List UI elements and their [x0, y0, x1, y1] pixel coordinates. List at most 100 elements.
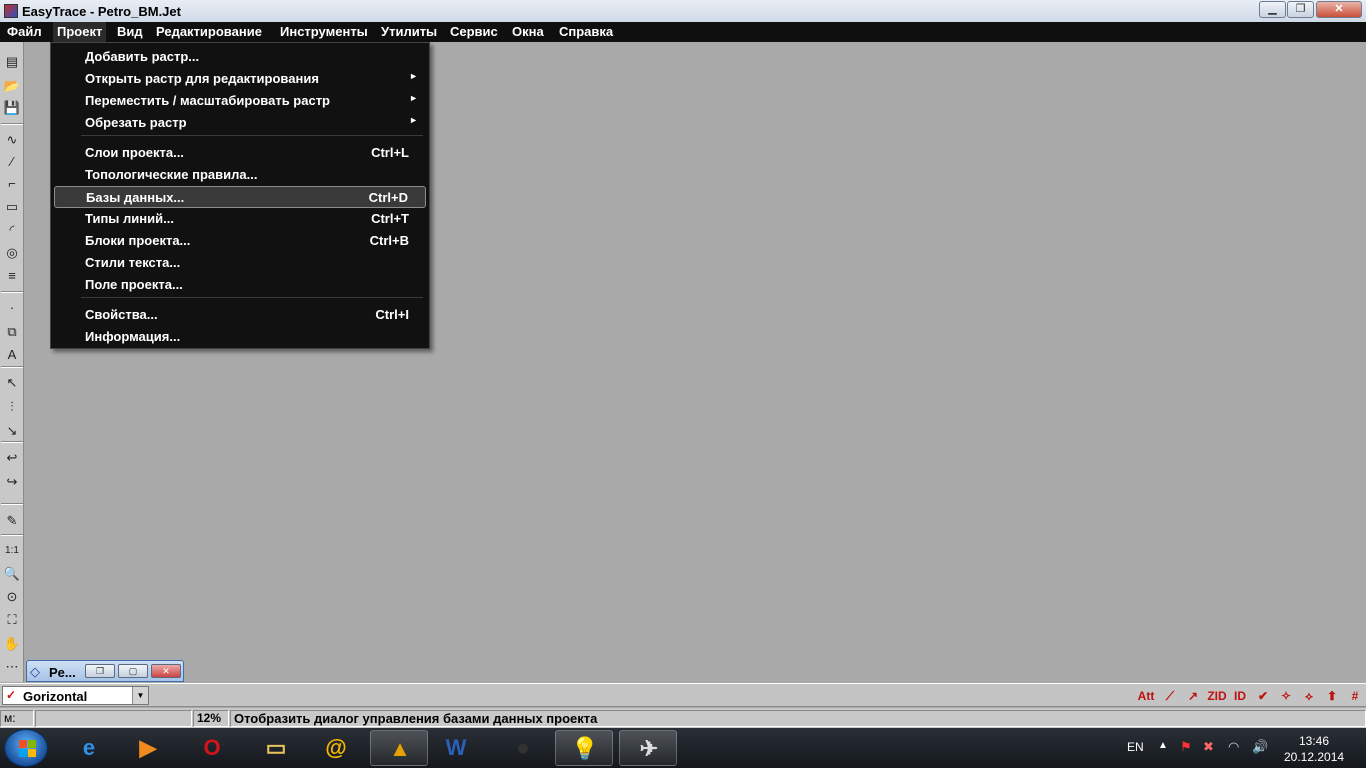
hatch-icon[interactable]: ≡ [2, 266, 22, 286]
minimize-button[interactable]: ▁ [1259, 1, 1286, 18]
polyline-icon[interactable]: ⁄ [2, 152, 22, 172]
rectangle-icon[interactable]: ▭ [2, 197, 22, 217]
attribute-icon[interactable]: Att [1136, 687, 1156, 705]
toolbar-separator [1, 366, 23, 368]
menu-utilities[interactable]: Утилиты [377, 22, 441, 42]
undo-arrow-icon[interactable]: ↩ [2, 448, 22, 468]
project-menu-item[interactable]: Базы данных... Ctrl+D [54, 186, 426, 208]
block-icon[interactable]: ⧉ [2, 322, 22, 342]
open-icon[interactable]: 📂 [2, 76, 22, 96]
menu-item-shortcut: Ctrl+I [375, 307, 409, 322]
z-id-icon[interactable]: ZID [1207, 687, 1227, 705]
media-player-icon: ▶ [139, 735, 157, 760]
pencil-icon[interactable]: ✎ [2, 511, 22, 531]
clock[interactable]: 13:46 20.12.2014 [1284, 733, 1344, 765]
taskbar-app[interactable]: e [60, 730, 118, 766]
taskbar-app[interactable]: ▲ [370, 730, 428, 766]
project-menu-item[interactable]: Топологические правила... [54, 164, 426, 186]
point-icon[interactable]: · [2, 298, 22, 318]
start-button[interactable] [4, 729, 48, 767]
show-hidden-icons-button[interactable]: ▲ [1158, 740, 1168, 768]
check-icon[interactable]: ✔ [1253, 687, 1273, 705]
select-node-icon[interactable]: ↘ [2, 421, 22, 441]
ie-icon: e [82, 735, 96, 760]
layer-select[interactable]: ✓ Gorizontal ▼ [2, 686, 149, 705]
menu-item-label: Слои проекта... [85, 145, 184, 160]
text-icon[interactable]: A [2, 345, 22, 365]
restore-button[interactable]: ❐ [85, 664, 115, 678]
select-icon[interactable]: ↖ [2, 373, 22, 393]
pan-hand-icon[interactable]: ✋ [2, 634, 22, 654]
menu-item-label: Добавить растр... [85, 49, 200, 64]
taskbar-app[interactable]: ▶ [119, 730, 177, 766]
close-button[interactable]: ✕ [1316, 1, 1362, 18]
project-menu-item[interactable]: Открыть растр для редактирования ► [54, 68, 426, 90]
new-icon[interactable]: ▤ [2, 52, 22, 72]
project-menu-item[interactable]: Информация... [54, 326, 426, 348]
chevron-down-icon[interactable]: ▼ [132, 687, 148, 704]
layer-toolbar: ✓ Gorizontal ▼ Att ⟋ ↗ ZID ID ✔ ✧ ⟡ ⬆ # [0, 683, 1366, 707]
project-menu-item[interactable]: Типы линий... Ctrl+T [54, 208, 426, 230]
action-center-icon[interactable]: ⚑ [1180, 739, 1192, 768]
taskbar-app[interactable]: O [183, 730, 241, 766]
step-line-icon[interactable]: ⌐ [2, 174, 22, 194]
taskbar-app[interactable]: ▭ [247, 730, 305, 766]
project-menu-item[interactable]: Переместить / масштабировать растр ► [54, 90, 426, 112]
minimized-document-window[interactable]: ◇ Pe... ❐ ▢ ✕ [26, 660, 184, 682]
close-doc-button[interactable]: ✕ [151, 664, 181, 678]
taskbar-app[interactable]: ✈ [619, 730, 677, 766]
zoom-extents-icon[interactable]: ⛶ [2, 610, 22, 630]
maximize-doc-button[interactable]: ▢ [118, 664, 148, 678]
left-toolbar: ▤ 📂 💾 ∿ ⁄ ⌐ ▭ ◜ ◎ ≡ · ⧉ A ↖ ⫶ ↘ ↩ ↪ ✎ 1:1 🔍 ⊙ ⛶ ✋ ⋯ [0, 42, 24, 682]
arrow-tool-icon[interactable]: ↗ [1183, 687, 1203, 705]
project-menu-item[interactable]: Блоки проекта... Ctrl+B [54, 230, 426, 252]
project-menu-item[interactable]: Стили текста... [54, 252, 426, 274]
id-icon[interactable]: ID [1230, 687, 1250, 705]
document-icon: ◇ [30, 664, 40, 679]
measure-icon[interactable]: ⋯ [2, 657, 22, 677]
volume-icon[interactable]: 🔊 [1252, 739, 1268, 768]
toolbar-separator [1, 503, 23, 505]
project-menu-item[interactable]: Поле проекта... [54, 274, 426, 296]
zoom-icon[interactable]: 🔍 [2, 564, 22, 584]
project-menu-item[interactable]: Обрезать растр ► [54, 112, 426, 134]
menu-item-label: Блоки проекта... [85, 233, 191, 248]
menu-project[interactable]: Проект [53, 22, 107, 42]
taskbar-app[interactable]: ● [494, 730, 552, 766]
project-menu-item[interactable]: Слои проекта... Ctrl+L [54, 142, 426, 164]
node-icon[interactable]: ⟡ [1299, 687, 1319, 705]
save-icon[interactable]: 💾 [2, 98, 22, 118]
maximize-button[interactable]: ❐ [1287, 1, 1314, 18]
paper-plane-icon: ✈ [639, 736, 659, 761]
antivirus-icon[interactable]: ✖ [1203, 739, 1214, 768]
menu-bar: Файл Проект Вид Редактирование Инструмен… [0, 22, 1366, 42]
snap-icon[interactable]: ✧ [1276, 687, 1296, 705]
line-tool-icon[interactable]: ⟋ [1160, 687, 1180, 705]
menu-tools[interactable]: Инструменты [276, 22, 372, 42]
arc-icon[interactable]: ◜ [2, 220, 22, 240]
menu-view[interactable]: Вид [113, 22, 147, 42]
wifi-icon[interactable]: ◠ [1228, 739, 1239, 768]
zoom-area-icon[interactable]: ⊙ [2, 587, 22, 607]
project-menu-item[interactable]: Свойства... Ctrl+I [54, 304, 426, 326]
mail-icon: @ [325, 735, 347, 760]
taskbar-app[interactable]: 💡 [555, 730, 613, 766]
taskbar-app[interactable]: @ [307, 730, 365, 766]
menu-help[interactable]: Справка [555, 22, 617, 42]
circle-icon[interactable]: ◎ [2, 243, 22, 263]
grid-icon[interactable]: # [1345, 687, 1365, 705]
menu-edit[interactable]: Редактирование [152, 22, 266, 42]
menu-file[interactable]: Файл [3, 22, 46, 42]
curve-icon[interactable]: ∿ [2, 130, 22, 150]
window-title: EasyTrace - Petro_BM.Jet [22, 4, 181, 19]
opera-icon: O [203, 735, 221, 760]
redo-arrow-icon[interactable]: ↪ [2, 472, 22, 492]
project-menu-item[interactable]: Добавить растр... [54, 46, 426, 68]
menu-service[interactable]: Сервис [446, 22, 502, 42]
language-indicator[interactable]: EN [1127, 740, 1144, 768]
up-arrow-icon[interactable]: ⬆ [1322, 687, 1342, 705]
menu-windows[interactable]: Окна [508, 22, 548, 42]
multi-select-icon[interactable]: ⫶ [2, 397, 22, 417]
zoom-1-1-icon[interactable]: 1:1 [2, 541, 22, 561]
taskbar-app[interactable]: W [427, 730, 485, 766]
